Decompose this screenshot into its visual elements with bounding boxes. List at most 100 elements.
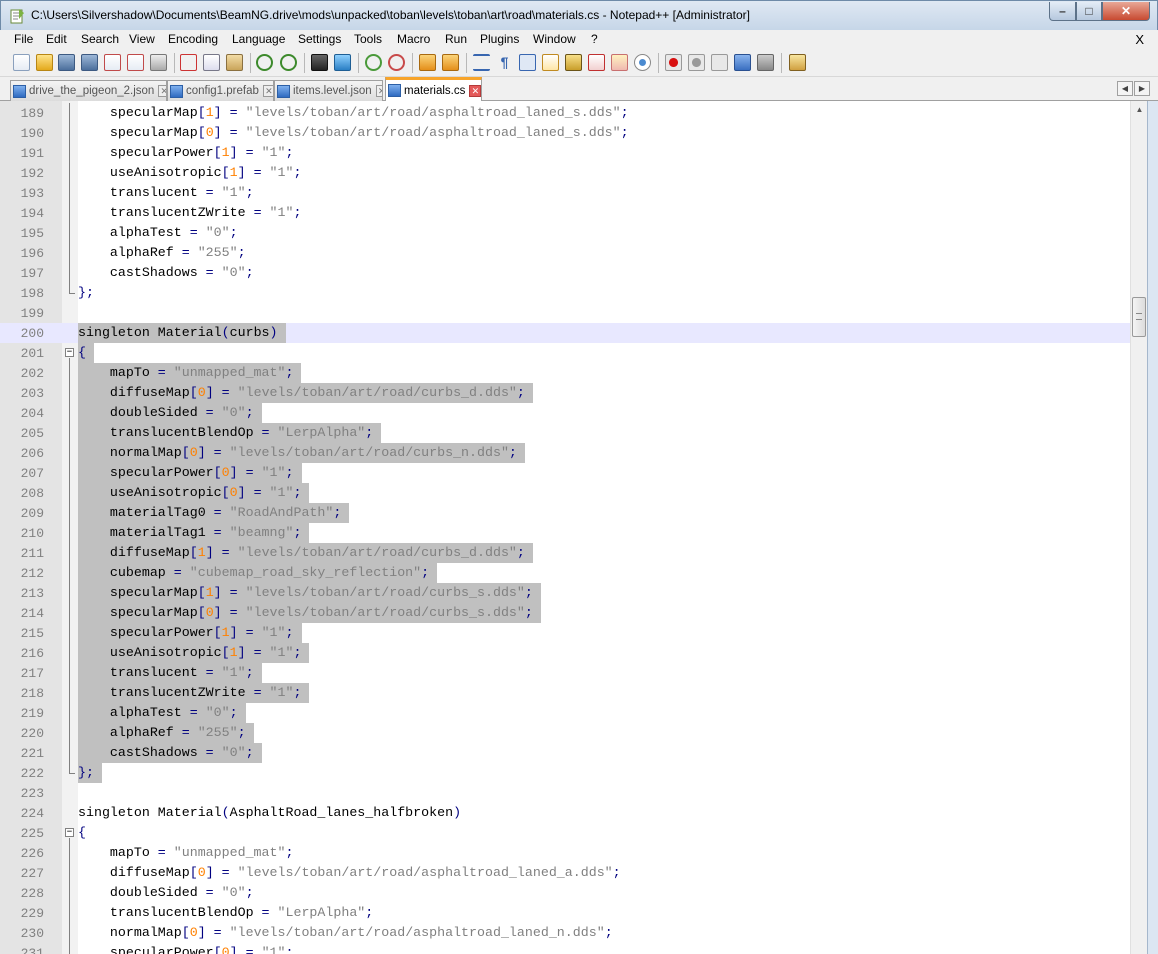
code-line[interactable]: 225 {− bbox=[0, 823, 1130, 843]
paste-icon[interactable] bbox=[226, 54, 243, 71]
code-line[interactable]: 223 bbox=[0, 783, 1130, 803]
code-line[interactable]: 196 alphaRef = "255"; bbox=[0, 243, 1130, 263]
code-line[interactable]: 227 diffuseMap[0] = "levels/toban/art/ro… bbox=[0, 863, 1130, 883]
fold-toggle-icon[interactable]: − bbox=[65, 348, 74, 357]
code-line[interactable]: 205 translucentBlendOp = "LerpAlpha"; bbox=[0, 423, 1130, 443]
replace-icon[interactable] bbox=[334, 54, 351, 71]
save-macro-icon[interactable] bbox=[757, 54, 774, 71]
zoom-in-icon[interactable] bbox=[365, 54, 382, 71]
close-window-button[interactable]: ✕ bbox=[1102, 2, 1150, 21]
minimize-button[interactable]: – bbox=[1049, 2, 1076, 21]
code-line[interactable]: 206 normalMap[0] = "levels/toban/art/roa… bbox=[0, 443, 1130, 463]
find-icon[interactable] bbox=[311, 54, 328, 71]
maximize-button[interactable]: □ bbox=[1076, 2, 1102, 21]
menu-macro[interactable]: Macro bbox=[397, 32, 430, 46]
code-line[interactable]: 193 translucent = "1"; bbox=[0, 183, 1130, 203]
code-line[interactable]: 215 specularPower[1] = "1"; bbox=[0, 623, 1130, 643]
code-line[interactable]: 211 diffuseMap[1] = "levels/toban/art/ro… bbox=[0, 543, 1130, 563]
tab-close-icon[interactable]: ✕ bbox=[375, 85, 382, 97]
record-macro-icon[interactable] bbox=[665, 54, 682, 71]
tab-items-level-json[interactable]: items.level.json ✕ bbox=[274, 80, 383, 101]
code-line[interactable]: 230 normalMap[0] = "levels/toban/art/roa… bbox=[0, 923, 1130, 943]
menu-help[interactable]: ? bbox=[591, 32, 598, 46]
close-document-button[interactable]: X bbox=[1135, 32, 1144, 47]
stop-macro-icon[interactable] bbox=[688, 54, 705, 71]
code-line[interactable]: 214 specularMap[0] = "levels/toban/art/r… bbox=[0, 603, 1130, 623]
code-line[interactable]: 198}; bbox=[0, 283, 1130, 303]
code-line[interactable]: 207 specularPower[0] = "1"; bbox=[0, 463, 1130, 483]
menu-window[interactable]: Window bbox=[533, 32, 576, 46]
code-line[interactable]: 208 useAnisotropic[0] = "1"; bbox=[0, 483, 1130, 503]
cut-icon[interactable] bbox=[180, 54, 197, 71]
tab-scroll-right-icon[interactable]: ▶ bbox=[1134, 81, 1150, 96]
tab-close-icon[interactable]: ✕ bbox=[469, 84, 481, 97]
tab-close-icon[interactable]: ✕ bbox=[262, 85, 273, 97]
play-macro-icon[interactable] bbox=[711, 54, 728, 71]
scroll-up-arrow-icon[interactable]: ▲ bbox=[1131, 101, 1148, 118]
menu-file[interactable]: File bbox=[14, 32, 33, 46]
code-line[interactable]: 226 mapTo = "unmapped_mat"; bbox=[0, 843, 1130, 863]
close-all-icon[interactable] bbox=[127, 54, 144, 71]
code-line[interactable]: 200 singleton Material(curbs) bbox=[0, 323, 1130, 343]
code-line[interactable]: 212 cubemap = "cubemap_road_sky_reflecti… bbox=[0, 563, 1130, 583]
code-line[interactable]: 218 translucentZWrite = "1"; bbox=[0, 683, 1130, 703]
code-line[interactable]: 194 translucentZWrite = "1"; bbox=[0, 203, 1130, 223]
menu-tools[interactable]: Tools bbox=[354, 32, 382, 46]
code-line[interactable]: 203 diffuseMap[0] = "levels/toban/art/ro… bbox=[0, 383, 1130, 403]
code-line[interactable]: 216 useAnisotropic[1] = "1"; bbox=[0, 643, 1130, 663]
word-wrap-icon[interactable] bbox=[473, 54, 490, 71]
scrollbar-thumb[interactable] bbox=[1132, 297, 1146, 337]
tab-scroll-left-icon[interactable]: ◀ bbox=[1117, 81, 1133, 96]
tab-close-icon[interactable]: ✕ bbox=[158, 85, 166, 97]
code-line[interactable]: 217 translucent = "1"; bbox=[0, 663, 1130, 683]
open-file-icon[interactable] bbox=[36, 54, 53, 71]
run-macro-multiple-icon[interactable] bbox=[734, 54, 751, 71]
tab-config1-prefab[interactable]: config1.prefab ✕ bbox=[167, 80, 274, 101]
save-all-icon[interactable] bbox=[81, 54, 98, 71]
code-line[interactable]: 199 bbox=[0, 303, 1130, 323]
print-icon[interactable] bbox=[150, 54, 167, 71]
code-line[interactable]: 190 specularMap[0] = "levels/toban/art/r… bbox=[0, 123, 1130, 143]
code-line[interactable]: 189 specularMap[1] = "levels/toban/art/r… bbox=[0, 103, 1130, 123]
sync-horizontal-icon[interactable] bbox=[442, 54, 459, 71]
user-language-icon[interactable] bbox=[542, 54, 559, 71]
close-icon[interactable] bbox=[104, 54, 121, 71]
code-line[interactable]: 224 singleton Material(AsphaltRoad_lanes_… bbox=[0, 803, 1130, 823]
tab-drive-the-pigeon-2[interactable]: drive_the_pigeon_2.json ✕ bbox=[10, 80, 167, 101]
launch-browser-icon[interactable] bbox=[789, 54, 806, 71]
doc-map-icon[interactable] bbox=[565, 54, 582, 71]
monitoring-icon[interactable] bbox=[634, 54, 651, 71]
code-line[interactable]: 209 materialTag0 = "RoadAndPath"; bbox=[0, 503, 1130, 523]
menu-view[interactable]: View bbox=[129, 32, 155, 46]
code-line[interactable]: 204 doubleSided = "0"; bbox=[0, 403, 1130, 423]
code-editor[interactable]: 189 specularMap[1] = "levels/toban/art/r… bbox=[0, 101, 1158, 954]
code-line[interactable]: 210 materialTag1 = "beamng"; bbox=[0, 523, 1130, 543]
show-all-chars-icon[interactable]: ¶ bbox=[496, 54, 513, 71]
tab-materials-cs[interactable]: materials.cs ✕ bbox=[385, 77, 482, 101]
code-line[interactable]: 219 alphaTest = "0"; bbox=[0, 703, 1130, 723]
code-line[interactable]: 202 mapTo = "unmapped_mat"; bbox=[0, 363, 1130, 383]
new-file-icon[interactable] bbox=[13, 54, 30, 71]
fold-toggle-icon[interactable]: − bbox=[65, 828, 74, 837]
menu-edit[interactable]: Edit bbox=[46, 32, 67, 46]
copy-icon[interactable] bbox=[203, 54, 220, 71]
vertical-scrollbar[interactable]: ▲ bbox=[1130, 101, 1147, 954]
code-line[interactable]: 220 alphaRef = "255"; bbox=[0, 723, 1130, 743]
code-line[interactable]: 228 doubleSided = "0"; bbox=[0, 883, 1130, 903]
function-list-icon[interactable] bbox=[588, 54, 605, 71]
zoom-out-icon[interactable] bbox=[388, 54, 405, 71]
code-line[interactable]: 195 alphaTest = "0"; bbox=[0, 223, 1130, 243]
redo-icon[interactable] bbox=[280, 54, 297, 71]
code-line[interactable]: 221 castShadows = "0"; bbox=[0, 743, 1130, 763]
code-line[interactable]: 222}; bbox=[0, 763, 1130, 783]
code-line[interactable]: 229 translucentBlendOp = "LerpAlpha"; bbox=[0, 903, 1130, 923]
menu-language[interactable]: Language bbox=[232, 32, 285, 46]
menu-search[interactable]: Search bbox=[81, 32, 119, 46]
save-icon[interactable] bbox=[58, 54, 75, 71]
indent-guide-icon[interactable] bbox=[519, 54, 536, 71]
menu-settings[interactable]: Settings bbox=[298, 32, 341, 46]
folder-as-workspace-icon[interactable] bbox=[611, 54, 628, 71]
menu-encoding[interactable]: Encoding bbox=[168, 32, 218, 46]
sync-vertical-icon[interactable] bbox=[419, 54, 436, 71]
menu-plugins[interactable]: Plugins bbox=[480, 32, 519, 46]
